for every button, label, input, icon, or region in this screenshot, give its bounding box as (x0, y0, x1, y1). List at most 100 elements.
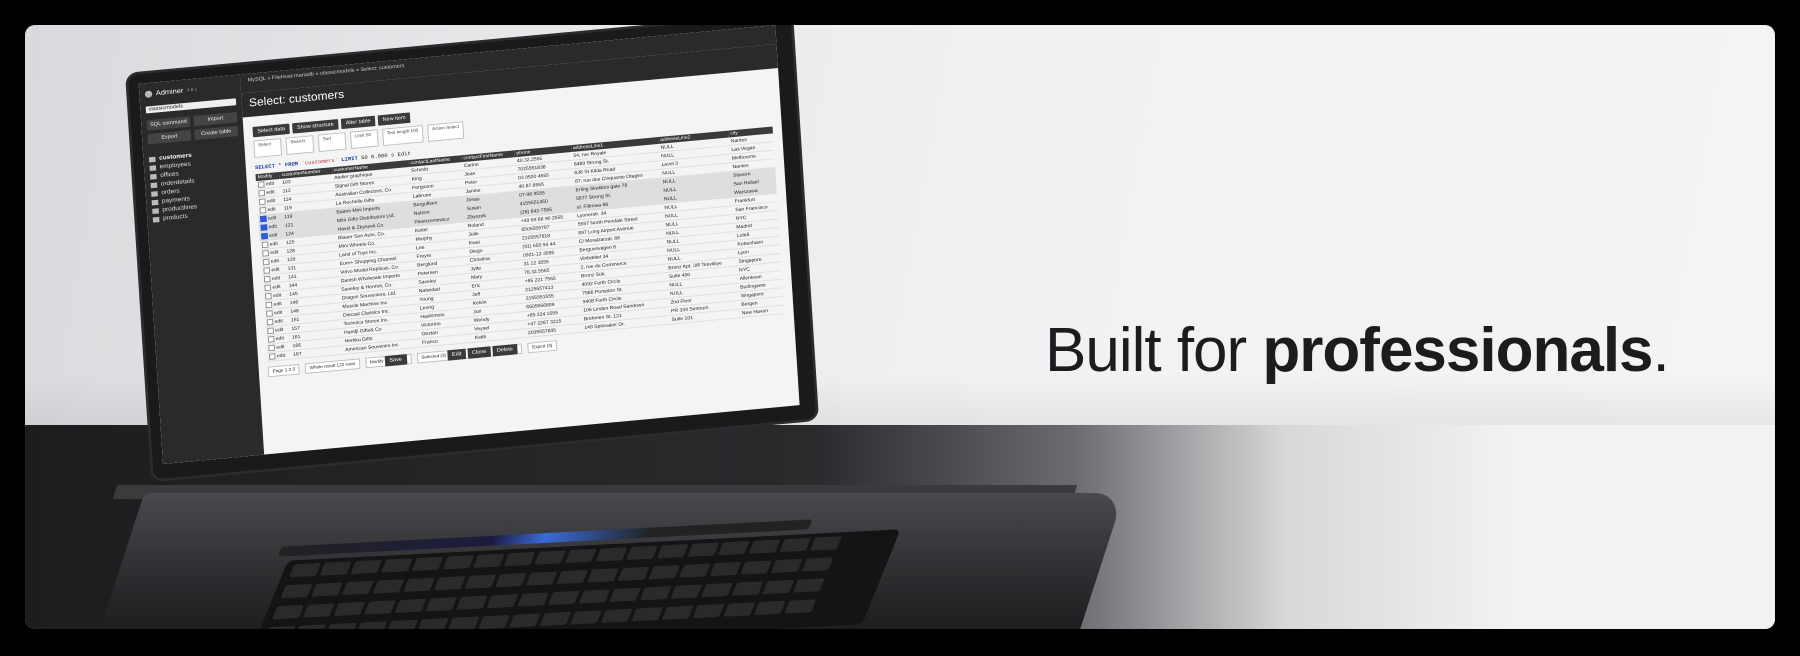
new-item-button[interactable]: New item (377, 112, 411, 126)
row-checkbox[interactable] (266, 318, 274, 326)
sort-option[interactable]: Sort (317, 132, 347, 152)
adminer-logo-icon (144, 89, 153, 98)
show-structure-button[interactable]: Show structure (292, 119, 339, 134)
edit-row-link[interactable]: edit (267, 207, 275, 213)
option-label: Select (258, 141, 272, 149)
table-icon (149, 164, 157, 171)
sidebar-item-label: payments (161, 195, 191, 205)
row-checkbox[interactable] (264, 284, 272, 292)
table-icon (149, 173, 157, 180)
row-checkbox[interactable] (260, 224, 268, 231)
sidebar-item-label: offices (160, 170, 179, 179)
row-count: 122 rows (336, 361, 356, 369)
row-checkbox[interactable] (261, 241, 269, 249)
row-checkbox[interactable] (257, 181, 265, 188)
headline-light: Built for (1045, 316, 1263, 385)
edit-row-link[interactable]: edit (273, 293, 281, 299)
main-panel: MySQL » FileHost-mariadb » classicmodels… (239, 25, 800, 455)
row-checkbox[interactable] (259, 207, 267, 214)
search-option[interactable]: Search (285, 135, 315, 155)
row-checkbox[interactable] (263, 275, 271, 283)
headline: Built for professionals. (1045, 315, 1670, 386)
edit-row-link[interactable]: edit (270, 241, 278, 247)
row-checkbox[interactable] (261, 232, 268, 240)
edit-row-link[interactable]: edit (272, 284, 280, 290)
edit-row-link[interactable]: edit (270, 250, 278, 256)
row-checkbox[interactable] (262, 258, 270, 266)
modify-group: Modify Save (365, 353, 412, 369)
row-checkbox[interactable] (268, 344, 276, 352)
row-checkbox[interactable] (266, 310, 273, 317)
row-checkbox[interactable] (258, 198, 266, 206)
row-checkbox[interactable] (267, 336, 275, 343)
edit-row-link[interactable]: edit (267, 198, 275, 204)
edit-selected-button[interactable]: Edit (447, 348, 467, 361)
edit-row-link[interactable]: edit (276, 336, 284, 342)
sql-command-button[interactable]: SQL command (146, 116, 191, 131)
edit-row-link[interactable]: edit (272, 276, 280, 282)
row-checkbox[interactable] (268, 353, 276, 360)
delete-button[interactable]: Delete (491, 343, 518, 357)
database-select[interactable]: classicmodels (145, 98, 237, 114)
edit-row-link[interactable]: edit (276, 345, 284, 351)
headline-bold: professionals (1262, 316, 1653, 385)
edit-row-link[interactable]: edit (266, 181, 274, 187)
row-checkbox[interactable] (264, 293, 272, 300)
edit-row-link[interactable]: edit (266, 190, 274, 196)
edit-row-link[interactable]: edit (275, 319, 283, 325)
edit-row-link[interactable]: edit (274, 310, 282, 316)
sql-keyword: FROM (284, 160, 299, 169)
select-option[interactable]: Select (253, 138, 283, 158)
edit-row-link[interactable]: edit (275, 327, 283, 333)
edit-row-link[interactable]: edit (269, 233, 277, 239)
sql-edit-link[interactable]: 0.000 s Edit (371, 150, 411, 160)
row-checkbox[interactable] (263, 267, 271, 274)
edit-row-link[interactable]: edit (277, 353, 285, 359)
row-checkbox[interactable] (258, 189, 266, 197)
text-length-field[interactable]: Text length 100 (382, 125, 424, 147)
app-logo[interactable]: Adminer 4.8.1 (144, 82, 236, 98)
app-version: 4.8.1 (186, 86, 198, 93)
edit-row-link[interactable]: edit (271, 259, 279, 265)
limit-field[interactable]: Limit 50 (349, 129, 379, 150)
sidebar-item-label: employees (159, 161, 192, 171)
row-select-cell: edit (266, 350, 292, 362)
row-checkbox[interactable] (260, 215, 267, 223)
edit-row-link[interactable]: edit (271, 267, 279, 273)
row-checkbox[interactable] (262, 250, 270, 257)
whole-result-label: Whole result (309, 363, 336, 371)
import-button[interactable]: Import (193, 111, 238, 127)
row-checkbox[interactable] (265, 301, 273, 309)
sql-keyword: SELECT (254, 162, 276, 171)
row-checkbox[interactable] (267, 327, 274, 335)
pagination-label: Page (272, 368, 284, 375)
limit-value: 50 (365, 132, 372, 139)
export-group[interactable]: Export (3) (527, 340, 558, 354)
sidebar-item-label: products (162, 213, 188, 222)
table-icon (148, 156, 156, 163)
action-select-button[interactable]: Action Select (427, 121, 465, 142)
table-icon (151, 190, 158, 197)
table-icon (150, 182, 158, 188)
whole-result[interactable]: Whole result 122 rows (304, 358, 361, 374)
edit-row-link[interactable]: edit (268, 224, 276, 230)
export-label: Export (3) (532, 343, 553, 351)
text-length-value: 100 (410, 128, 419, 134)
pagination[interactable]: Page 1 2 3 (267, 364, 300, 378)
clone-button[interactable]: Clone (467, 346, 492, 359)
sidebar-item-label: orders (161, 188, 180, 196)
alter-table-button[interactable]: Alter table (340, 115, 376, 130)
edit-row-link[interactable]: edit (268, 216, 276, 222)
save-button[interactable]: Save (384, 354, 407, 367)
option-label: Sort (322, 136, 332, 143)
create-table-button[interactable]: Create table (194, 125, 239, 141)
edit-row-link[interactable]: edit (273, 302, 281, 308)
sidebar-item-label: productlines (162, 203, 198, 214)
action-value: Select (445, 124, 460, 131)
select-data-button[interactable]: Select data (252, 123, 290, 138)
sql-keyword: LIMIT (341, 155, 359, 163)
pagination-pages: 1 2 3 (284, 367, 296, 374)
app-name: Adminer (155, 86, 184, 97)
export-button[interactable]: Export (147, 130, 192, 145)
sidebar-actions: SQL command Import Export Create table (146, 111, 239, 145)
